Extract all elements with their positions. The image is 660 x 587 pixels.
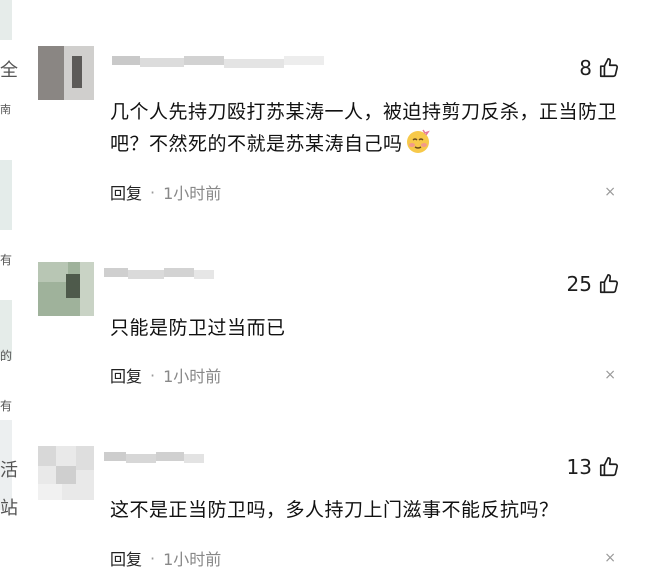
reply-button[interactable]: 回复 bbox=[110, 546, 142, 570]
timestamp: 1小时前 bbox=[163, 550, 222, 569]
close-icon[interactable]: × bbox=[604, 550, 616, 566]
like-count: 13 bbox=[566, 455, 592, 479]
comment-item: 13 这不是正当防卫吗，多人持刀上门滋事不能反抗吗？ 回复 · 1小时前 × bbox=[0, 0, 660, 587]
comment-meta: 回复 · 1小时前 bbox=[110, 546, 221, 570]
thumbs-up-icon bbox=[598, 456, 620, 478]
username-pixelated[interactable] bbox=[104, 452, 204, 474]
avatar[interactable] bbox=[38, 446, 94, 500]
like-button[interactable]: 13 bbox=[567, 455, 620, 479]
meta-separator: · bbox=[150, 548, 156, 568]
comment-text: 这不是正当防卫吗，多人持刀上门滋事不能反抗吗？ bbox=[110, 499, 559, 521]
